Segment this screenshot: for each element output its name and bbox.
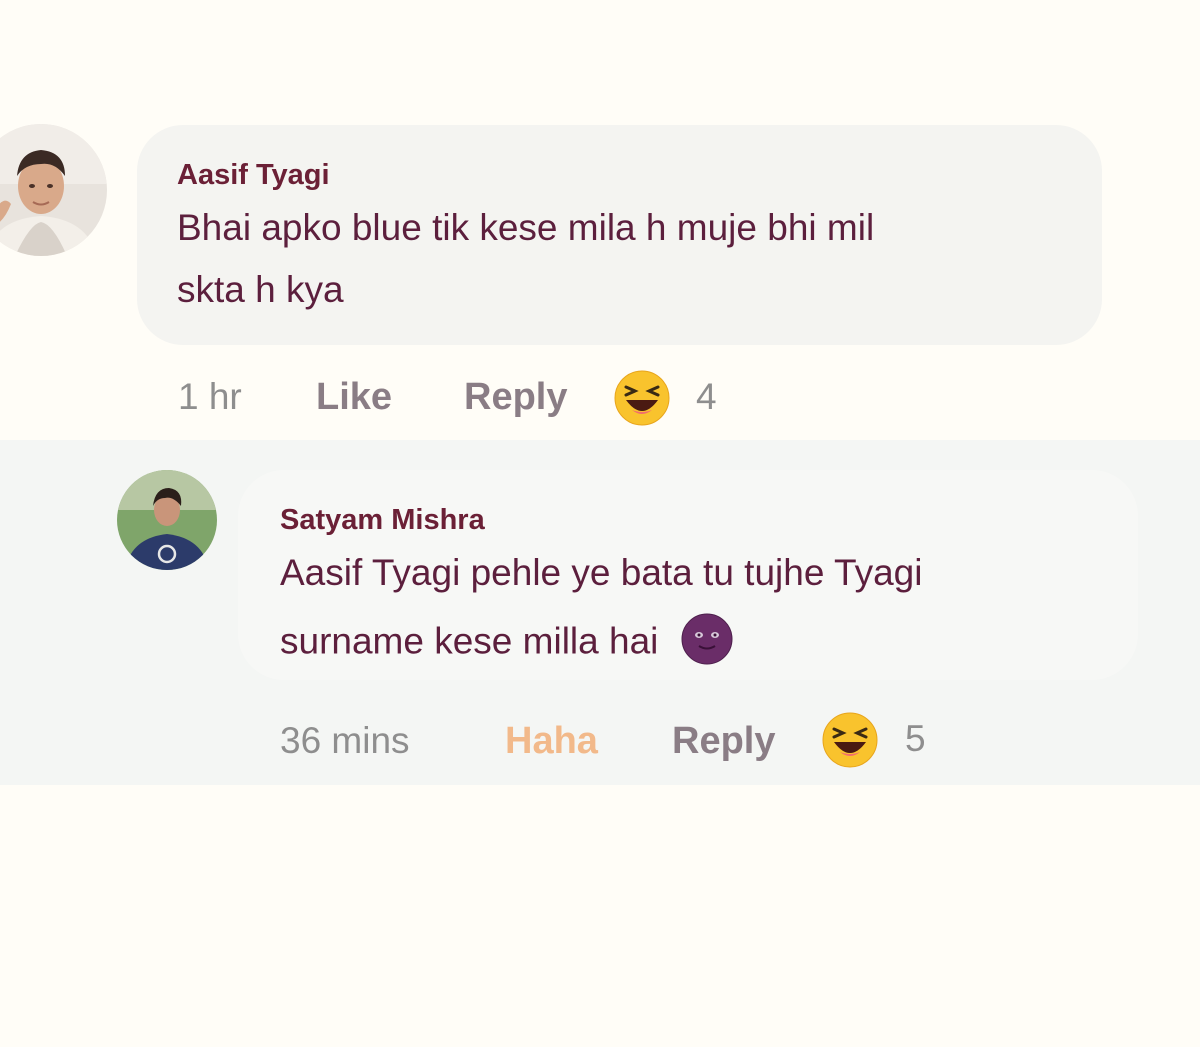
reply-button[interactable]: Reply xyxy=(464,376,567,419)
reply-text-line-1: Aasif Tyagi pehle ye bata tu tujhe Tyagi xyxy=(280,552,923,593)
comment-meta-row: 1 hr Like Reply 4 xyxy=(0,370,1200,430)
profile-photo-icon xyxy=(0,124,107,256)
smiling-face-emoji-icon xyxy=(681,613,733,670)
comment-text-line-1: Bhai apko blue tik kese mila h muje bhi … xyxy=(177,207,875,248)
haha-emoji-icon[interactable] xyxy=(614,370,670,431)
reply-text-line-2: surname kese milla hai xyxy=(280,620,659,662)
reaction-count[interactable]: 4 xyxy=(696,376,717,418)
comment-timestamp: 1 hr xyxy=(178,376,242,417)
reaction-count[interactable]: 5 xyxy=(905,718,926,760)
haha-emoji-icon[interactable] xyxy=(822,712,878,773)
haha-reaction-button[interactable]: Haha xyxy=(505,720,598,763)
reply-meta-row: 36 mins Haha Reply 5 xyxy=(0,712,1200,772)
profile-photo-icon xyxy=(117,470,217,570)
comment-bubble: Aasif Tyagi Bhai apko blue tik kese mila… xyxy=(137,125,1102,345)
reply-button[interactable]: Reply xyxy=(672,720,775,763)
avatar[interactable] xyxy=(0,124,107,256)
like-button[interactable]: Like xyxy=(316,376,392,419)
reply-timestamp: 36 mins xyxy=(280,720,410,761)
reply-author[interactable]: Satyam Mishra xyxy=(280,504,485,537)
reply-text-line-2-row: surname kese milla hai xyxy=(280,613,733,665)
comment-author[interactable]: Aasif Tyagi xyxy=(177,159,330,192)
comment-text-line-2: skta h kya xyxy=(177,269,344,310)
avatar[interactable] xyxy=(117,470,217,570)
reply-bubble: Satyam Mishra Aasif Tyagi pehle ye bata … xyxy=(238,470,1138,680)
